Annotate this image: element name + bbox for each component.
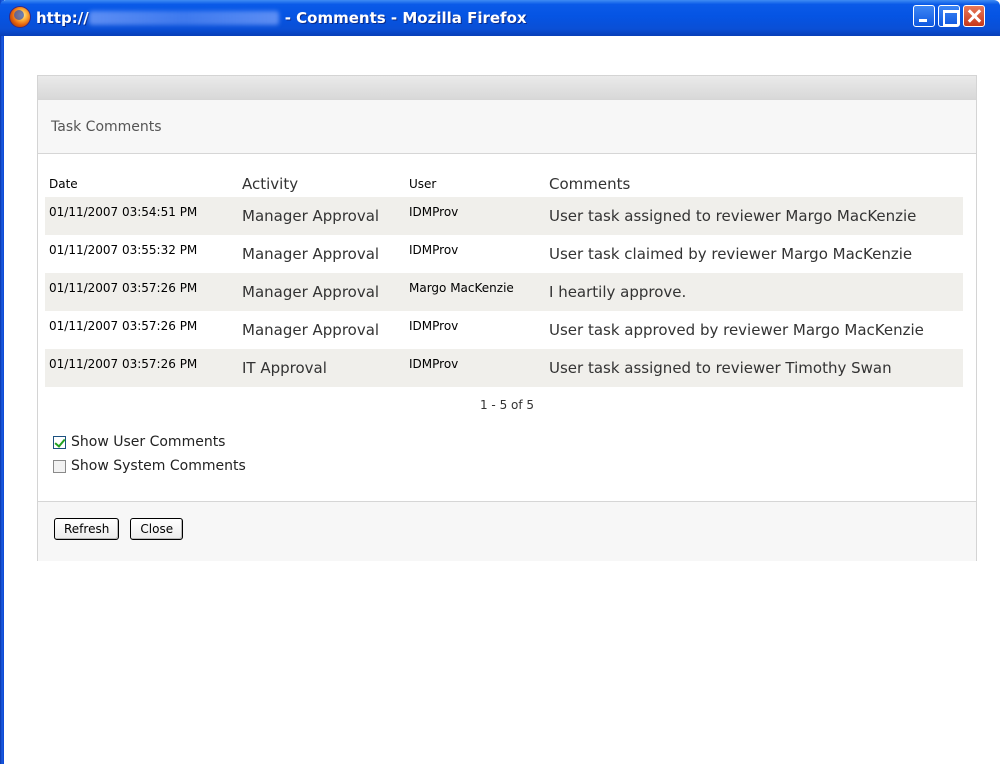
cell-activity: Manager Approval [240,311,407,349]
window-title: http:// - Comments - Mozilla Firefox [36,8,527,28]
cell-activity: Manager Approval [240,197,407,235]
column-header-comments[interactable]: Comments [547,170,963,197]
pagination-info: 1 - 5 of 5 [479,398,535,412]
cell-date: 01/11/2007 03:57:26 PM [45,273,240,311]
cell-comment: User task approved by reviewer Margo Mac… [547,311,963,349]
browser-window: http:// - Comments - Mozilla Firefox Tas… [0,0,1000,764]
column-header-user[interactable]: User [407,170,547,197]
cell-user: IDMProv [407,235,547,273]
show-system-comments-option[interactable]: Show System Comments [53,454,976,478]
panel-title-text: Task Comments [51,118,162,135]
column-header-activity[interactable]: Activity [240,170,407,197]
cell-date: 01/11/2007 03:57:26 PM [45,311,240,349]
title-bar[interactable]: http:// - Comments - Mozilla Firefox [0,0,1000,36]
maximize-button[interactable] [938,5,960,27]
cell-comment: User task assigned to reviewer Margo Mac… [547,197,963,235]
table-row: 01/11/2007 03:57:26 PM Manager Approval … [45,273,963,311]
refresh-button[interactable]: Refresh [54,518,120,540]
table-row: 01/11/2007 03:55:32 PM Manager Approval … [45,235,963,273]
table-row: 01/11/2007 03:57:26 PM Manager Approval … [45,311,963,349]
show-user-comments-label: Show User Comments [71,434,226,450]
close-button[interactable]: Close [130,518,184,540]
cell-user: IDMProv [407,349,547,387]
column-header-date[interactable]: Date [45,170,240,197]
window-title-suffix: - Comments - Mozilla Firefox [284,9,527,27]
show-system-comments-label: Show System Comments [71,458,246,474]
comment-filters: Show User Comments Show System Comments [53,430,976,478]
show-user-comments-checkbox[interactable] [53,435,66,449]
window-close-button[interactable] [963,5,985,27]
firefox-icon [9,6,31,28]
cell-date: 01/11/2007 03:55:32 PM [45,235,240,273]
window-title-prefix: http:// [36,9,89,27]
table-row: 01/11/2007 03:57:26 PM IT Approval IDMPr… [45,349,963,387]
comments-table: Date Activity User Comments 01/11/2007 0… [45,170,963,387]
cell-activity: Manager Approval [240,273,407,311]
cell-user: IDMProv [407,197,547,235]
cell-comment: User task claimed by reviewer Margo MacK… [547,235,963,273]
cell-date: 01/11/2007 03:54:51 PM [45,197,240,235]
table-row: 01/11/2007 03:54:51 PM Manager Approval … [45,197,963,235]
cell-user: IDMProv [407,311,547,349]
minimize-button[interactable] [913,5,935,27]
cell-comment: User task assigned to reviewer Timothy S… [547,349,963,387]
cell-activity: Manager Approval [240,235,407,273]
action-bar: Refresh Close [38,501,976,561]
panel-header-bar [38,76,976,100]
cell-comment: I heartily approve. [547,273,963,311]
cell-user: Margo MacKenzie [407,273,547,311]
task-comments-panel: Task Comments Date Activity User Comment… [37,75,977,561]
show-system-comments-checkbox[interactable] [53,459,66,473]
redacted-url [88,11,279,25]
panel-title: Task Comments [38,100,976,154]
table-header-row: Date Activity User Comments [45,170,963,197]
cell-activity: IT Approval [240,349,407,387]
show-user-comments-option[interactable]: Show User Comments [53,430,976,454]
window-left-border [0,36,4,764]
cell-date: 01/11/2007 03:57:26 PM [45,349,240,387]
